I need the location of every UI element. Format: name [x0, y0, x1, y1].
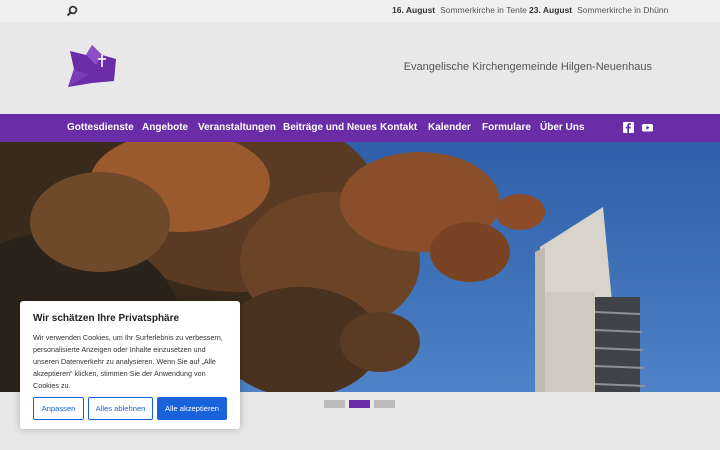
nav-item-ueber-uns[interactable]: Über Uns: [540, 122, 584, 133]
slider-dot[interactable]: [324, 400, 345, 408]
site-header: Evangelische Kirchengemeinde Hilgen-Neue…: [0, 22, 720, 114]
slider-dot-active[interactable]: [349, 400, 370, 408]
main-nav: Gottesdienste Angebote Veranstaltungen B…: [0, 114, 720, 142]
nav-item-kontakt[interactable]: Kontakt: [380, 122, 417, 133]
event-title: Sommerkirche in Dhünn: [577, 5, 669, 15]
cookie-title: Wir schätzen Ihre Privatsphäre: [33, 313, 180, 324]
search-icon[interactable]: [66, 5, 78, 17]
nav-item-veranstaltungen[interactable]: Veranstaltungen: [198, 122, 276, 133]
nav-item-gottesdienste[interactable]: Gottesdienste: [67, 122, 134, 133]
youtube-icon[interactable]: [642, 122, 653, 133]
nav-item-formulare[interactable]: Formulare: [482, 122, 531, 133]
event-link[interactable]: 16. August Sommerkirche in Tente: [392, 5, 527, 15]
facebook-icon[interactable]: [623, 122, 634, 133]
nav-item-beitraege[interactable]: Beiträge und Neues: [283, 122, 377, 133]
nav-item-kalender[interactable]: Kalender: [428, 122, 471, 133]
site-title: Evangelische Kirchengemeinde Hilgen-Neue…: [403, 61, 652, 73]
cookie-text: Wir verwenden Cookies, um Ihr Surferlebn…: [33, 333, 223, 390]
reject-all-button[interactable]: Alles ablehnen: [88, 397, 153, 420]
accept-all-button[interactable]: Alle akzeptieren: [157, 397, 227, 420]
slider-dot[interactable]: [374, 400, 395, 408]
nav-item-angebote[interactable]: Angebote: [142, 122, 188, 133]
cookie-consent-banner: Wir schätzen Ihre Privatsphäre Wir verwe…: [20, 301, 240, 429]
top-bar: 16. August Sommerkirche in Tente 23. Augu…: [0, 0, 720, 22]
church-logo[interactable]: [66, 45, 118, 89]
event-date: 16. August: [392, 5, 436, 15]
event-date: 23. August: [529, 5, 573, 15]
event-link[interactable]: 23. August Sommerkirche in Dhünn: [529, 5, 668, 15]
event-title: Sommerkirche in Tente: [440, 5, 527, 15]
customize-button[interactable]: Anpassen: [33, 397, 84, 420]
